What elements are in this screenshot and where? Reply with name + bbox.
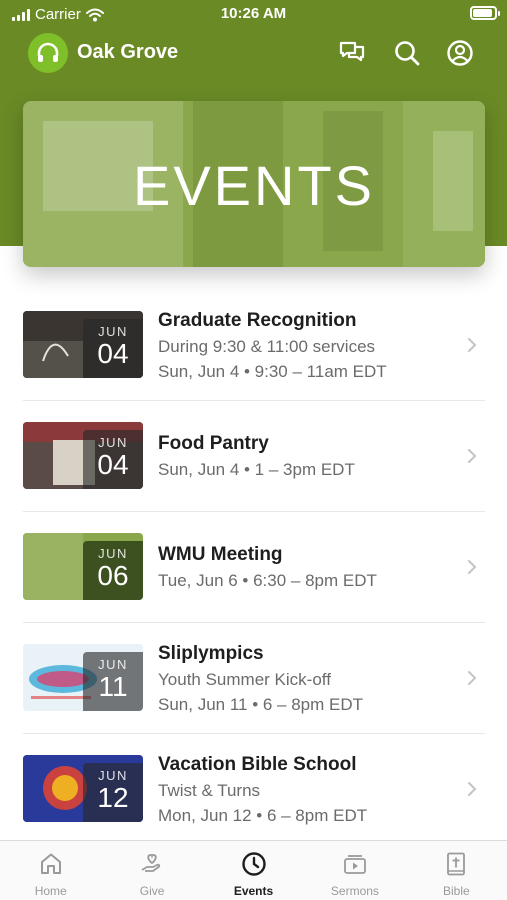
chevron-right-icon [468, 449, 477, 463]
event-row-food-pantry[interactable]: JUN 04 Food Pantry Sun, Jun 4 • 1 – 3pm … [23, 401, 485, 512]
battery-icon [470, 6, 500, 20]
app-logo[interactable] [28, 33, 68, 73]
tab-give[interactable]: Give [101, 841, 202, 900]
event-title: Vacation Bible School [158, 754, 357, 775]
event-thumbnail: JUN 04 [23, 422, 143, 489]
tab-home[interactable]: Home [0, 841, 101, 900]
event-title: Sliplympics [158, 643, 264, 664]
profile-icon[interactable] [445, 38, 475, 68]
event-date-badge: JUN 11 [83, 652, 143, 711]
event-thumbnail: JUN 12 [23, 755, 143, 822]
status-bar: Carrier 10:26 AM [0, 0, 507, 28]
event-subtitle: Youth Summer Kick-off [158, 670, 331, 689]
app-title: Oak Grove [77, 41, 179, 63]
events-banner: EVENTS [23, 101, 485, 267]
event-row-graduate-recognition[interactable]: JUN 04 Graduate Recognition During 9:30 … [23, 290, 485, 401]
chevron-right-icon [468, 671, 477, 685]
tab-sermons[interactable]: Sermons [304, 841, 405, 900]
event-datetime: Sun, Jun 11 • 6 – 8pm EDT [158, 695, 364, 714]
headphones-logo-icon [37, 42, 59, 62]
search-icon[interactable] [392, 38, 422, 68]
event-date-badge: JUN 12 [83, 763, 143, 822]
banner-title: EVENTS [132, 154, 376, 217]
event-subtitle: Twist & Turns [158, 781, 261, 800]
event-row-wmu-meeting[interactable]: JUN 06 WMU Meeting Tue, Jun 6 • 6:30 – 8… [23, 512, 485, 623]
bible-cross-icon [447, 852, 466, 876]
event-title: Graduate Recognition [158, 310, 357, 331]
event-date-badge: JUN 06 [83, 541, 143, 600]
event-thumbnail: JUN 04 [23, 311, 143, 378]
chevron-right-icon [468, 560, 477, 574]
event-subtitle: During 9:30 & 11:00 services [158, 337, 376, 356]
event-date-badge: JUN 04 [83, 430, 143, 489]
status-time: 10:26 AM [220, 5, 287, 22]
event-thumbnail: JUN 06 [23, 533, 143, 600]
event-title: Food Pantry [158, 433, 269, 454]
give-hand-heart-icon [141, 854, 161, 872]
event-row-sliplympics[interactable]: JUN 11 Sliplympics Youth Summer Kick-off… [23, 623, 485, 734]
top-navigation: Oak Grove [0, 32, 507, 74]
clock-icon [241, 852, 266, 876]
chevron-right-icon [468, 338, 477, 352]
event-datetime: Tue, Jun 6 • 6:30 – 8pm EDT [158, 571, 377, 590]
sermons-play-icon [344, 855, 366, 874]
event-thumbnail: JUN 11 [23, 644, 143, 711]
chevron-right-icon [468, 782, 477, 796]
event-list: JUN 04 Graduate Recognition During 9:30 … [23, 290, 485, 845]
event-datetime: Mon, Jun 12 • 6 – 8pm EDT [158, 806, 368, 825]
event-datetime: Sun, Jun 4 • 9:30 – 11am EDT [158, 362, 387, 381]
event-date-badge: JUN 04 [83, 319, 143, 378]
messages-icon[interactable] [337, 38, 367, 68]
home-icon [40, 853, 61, 874]
bottom-tab-bar: Home Give Events Sermons Bible [0, 840, 507, 900]
tab-events[interactable]: Events [203, 841, 304, 900]
tab-bible[interactable]: Bible [406, 841, 507, 900]
event-title: WMU Meeting [158, 544, 283, 565]
event-datetime: Sun, Jun 4 • 1 – 3pm EDT [158, 460, 355, 479]
event-row-vacation-bible-school[interactable]: JUN 12 Vacation Bible School Twist & Tur… [23, 734, 485, 845]
